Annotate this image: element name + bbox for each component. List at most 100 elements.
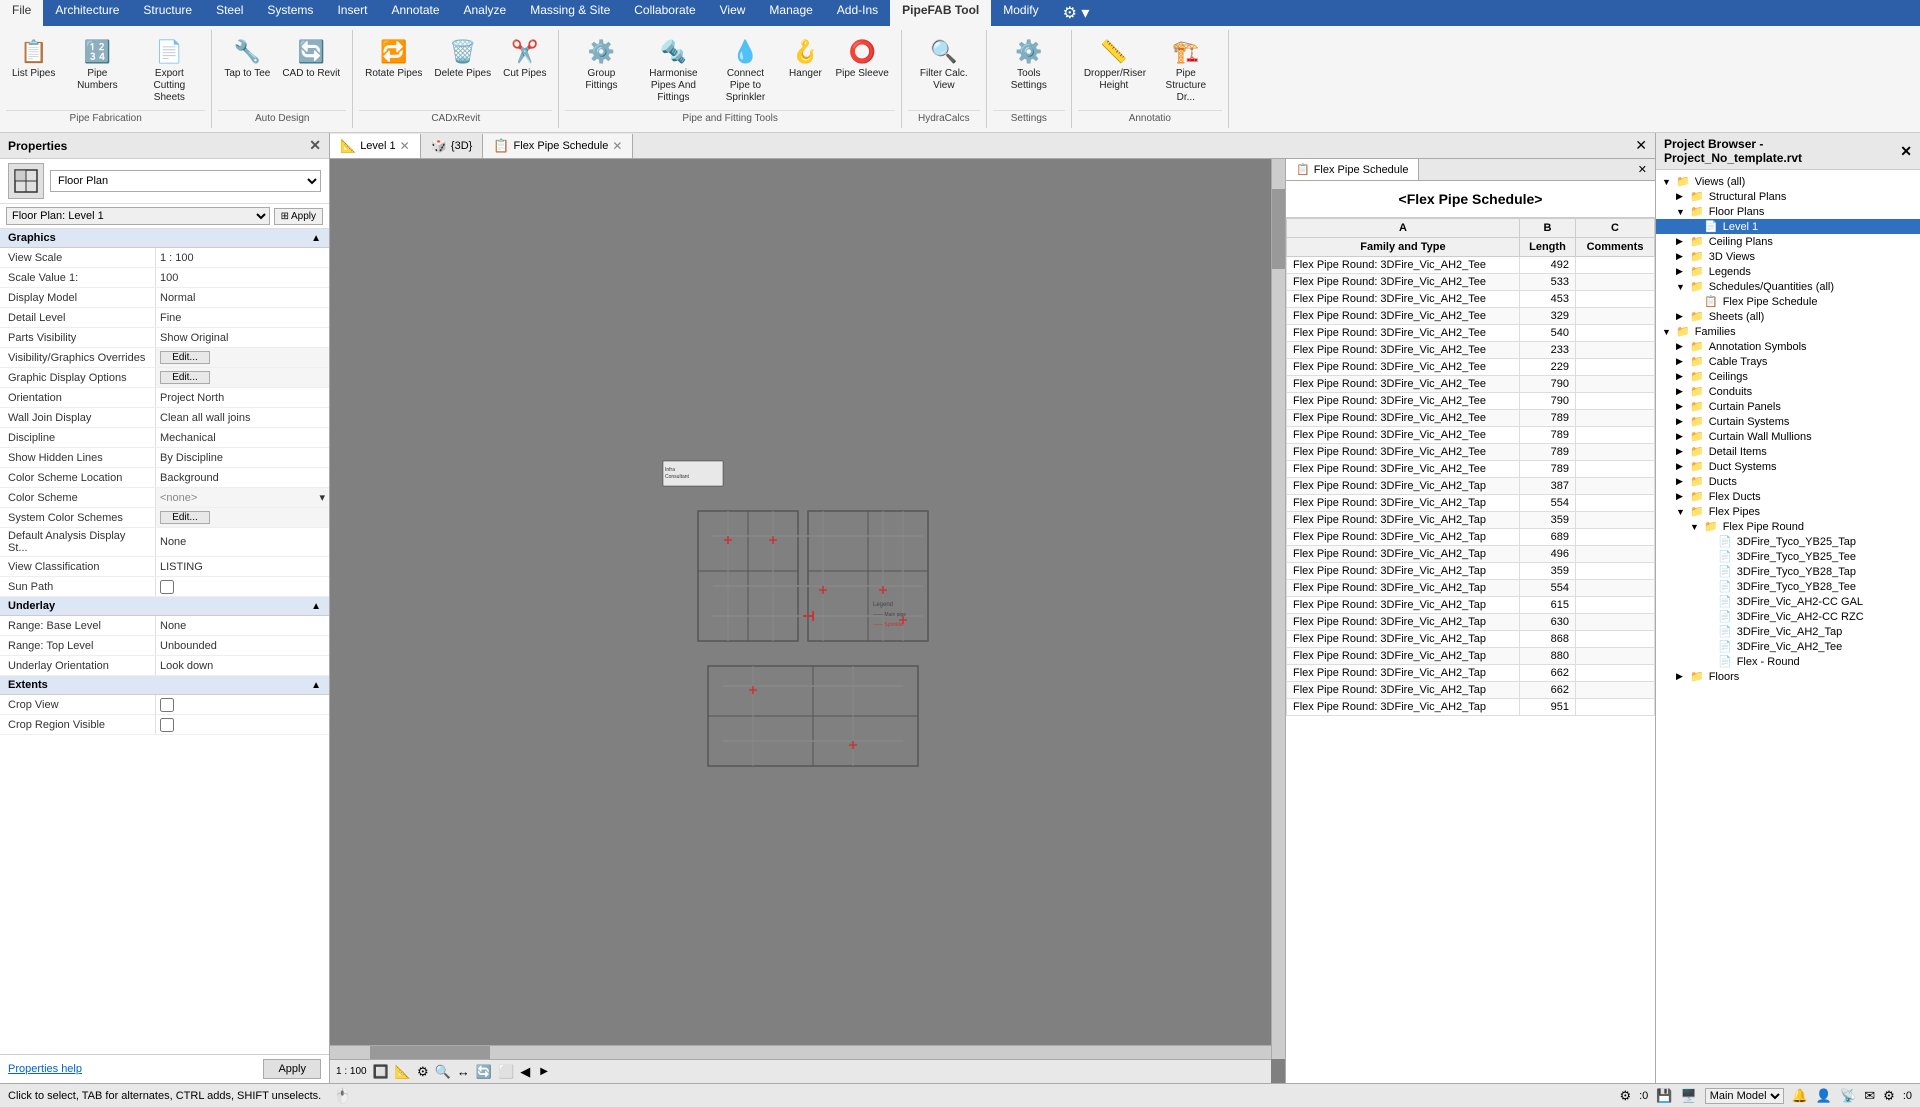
tab-addins[interactable]: Add-Ins (825, 0, 890, 26)
view-nav-forward[interactable]: ▶ (540, 1066, 548, 1077)
view-bottom-icon7[interactable]: ⬜ (498, 1064, 514, 1080)
views-close-button[interactable]: ✕ (1627, 133, 1655, 158)
tab-manage[interactable]: Manage (757, 0, 824, 26)
browser-tree-item[interactable]: 📄 3DFire_Tyco_YB25_Tee (1656, 549, 1920, 564)
tools-settings-button[interactable]: ⚙️ Tools Settings (993, 32, 1065, 96)
tab-3d[interactable]: 🎲 {3D} (421, 134, 484, 158)
system-color-edit[interactable]: Edit... (160, 511, 210, 524)
status-icon1[interactable]: 🖱️ (333, 1087, 352, 1105)
tab-steel[interactable]: Steel (204, 0, 255, 26)
tab-view[interactable]: View (708, 0, 758, 26)
panel-section-extents[interactable]: Extents ▲ (0, 676, 329, 695)
browser-tree-item[interactable]: ▶ 📁 Flex Ducts (1656, 489, 1920, 504)
browser-tree-item[interactable]: ▶ 📁 Structural Plans (1656, 189, 1920, 204)
dropper-riser-button[interactable]: 📏 Dropper/Riser Height (1078, 32, 1150, 96)
view-bottom-icon6[interactable]: 🔄 (476, 1064, 492, 1080)
browser-tree-item[interactable]: ▶ 📁 Floors (1656, 669, 1920, 684)
schedule-content[interactable]: <Flex Pipe Schedule> A B C Family and Ty… (1286, 181, 1655, 1083)
status-icon6[interactable]: 👤 (1816, 1088, 1832, 1104)
visibility-graphics-btn[interactable]: Edit... (155, 348, 329, 367)
extents-collapse-icon[interactable]: ▲ (311, 680, 321, 691)
browser-tree-item[interactable]: 📄 Flex - Round (1656, 654, 1920, 669)
color-scheme-value[interactable]: <none> ▾ (155, 488, 329, 507)
tab-architecture[interactable]: Architecture (43, 0, 131, 26)
browser-tree-item[interactable]: ▼ 📁 Floor Plans (1656, 204, 1920, 219)
crop-region-visible-value[interactable] (155, 715, 329, 734)
status-icon4[interactable]: 🖥️ (1681, 1088, 1697, 1104)
pipe-structure-button[interactable]: 🏗️ Pipe Structure Dr... (1150, 32, 1222, 108)
browser-tree-item[interactable]: ▶ 📁 Ceiling Plans (1656, 234, 1920, 249)
tab-collaborate[interactable]: Collaborate (622, 0, 707, 26)
status-model-dropdown[interactable]: Main Model (1705, 1088, 1784, 1104)
sun-path-checkbox[interactable] (160, 580, 174, 594)
status-icon8[interactable]: ✉ (1864, 1088, 1875, 1104)
graphic-display-btn[interactable]: Edit... (155, 368, 329, 387)
browser-tree-item[interactable]: ▼ 📁 Families (1656, 324, 1920, 339)
properties-help-link[interactable]: Properties help (8, 1063, 82, 1075)
panel-section-graphics[interactable]: Graphics ▲ (0, 229, 329, 248)
browser-tree-item[interactable]: ▼ 📁 Flex Pipes (1656, 504, 1920, 519)
view-name-dropdown[interactable]: Floor Plan: Level 1 (6, 207, 270, 225)
browser-tree-item[interactable]: ▶ 📁 Curtain Systems (1656, 414, 1920, 429)
graphic-display-edit[interactable]: Edit... (160, 371, 210, 384)
filter-calc-button[interactable]: 🔍 Filter Calc. View (908, 32, 980, 96)
sun-path-value[interactable] (155, 577, 329, 596)
schedule-panel-close[interactable]: ✕ (1634, 159, 1651, 180)
hanger-button[interactable]: 🪝 Hanger (781, 32, 829, 84)
browser-tree-item[interactable]: ▶ 📁 Detail Items (1656, 444, 1920, 459)
tab-level1[interactable]: 📐 Level 1 ✕ (330, 134, 421, 158)
pipe-sleeve-button[interactable]: ⭕ Pipe Sleeve (829, 32, 894, 84)
browser-tree-item[interactable]: 📄 3DFire_Vic_AH2-CC RZC (1656, 609, 1920, 624)
browser-tree-item[interactable]: ▼ 📁 Schedules/Quantities (all) (1656, 279, 1920, 294)
horizontal-scroll-thumb[interactable] (370, 1046, 490, 1059)
browser-tree-item[interactable]: 📄 3DFire_Vic_AH2-CC GAL (1656, 594, 1920, 609)
harmonise-pipes-button[interactable]: 🔩 Harmonise Pipes And Fittings (637, 32, 709, 108)
tab-flex-schedule[interactable]: 📋 Flex Pipe Schedule ✕ (483, 134, 633, 158)
cut-pipes-button[interactable]: ✂️ Cut Pipes (497, 32, 552, 84)
tab-pipefab[interactable]: PipeFAB Tool (890, 0, 991, 26)
panel-section-underlay[interactable]: Underlay ▲ (0, 597, 329, 616)
browser-close-button[interactable]: ✕ (1900, 143, 1912, 160)
browser-tree-item[interactable]: ▶ 📁 Cable Trays (1656, 354, 1920, 369)
vertical-scrollbar[interactable] (1271, 159, 1285, 1059)
vertical-scroll-thumb[interactable] (1272, 189, 1285, 269)
browser-tree-item[interactable]: ▶ 📁 Ceilings (1656, 369, 1920, 384)
browser-tree-item[interactable]: ▶ 📁 Curtain Panels (1656, 399, 1920, 414)
properties-close-button[interactable]: ✕ (309, 137, 321, 154)
cad-to-revit-button[interactable]: 🔄 CAD to Revit (276, 32, 346, 84)
tab-systems[interactable]: Systems (255, 0, 325, 26)
status-icon3[interactable]: 💾 (1656, 1088, 1672, 1104)
horizontal-scrollbar[interactable] (330, 1045, 1271, 1059)
status-icon7[interactable]: 📡 (1840, 1088, 1856, 1104)
browser-tree-item[interactable]: 📋 Flex Pipe Schedule (1656, 294, 1920, 309)
status-icon9[interactable]: ⚙ (1883, 1088, 1895, 1104)
status-icon2[interactable]: ⚙ (1619, 1088, 1631, 1104)
connect-pipe-button[interactable]: 💧 Connect Pipe to Sprinkler (709, 32, 781, 108)
color-scheme-dropdown-arrow[interactable]: ▾ (319, 491, 325, 504)
tab-analyze[interactable]: Analyze (452, 0, 519, 26)
list-pipes-button[interactable]: 📋 List Pipes (6, 32, 61, 84)
browser-tree-item[interactable]: 📄 3DFire_Tyco_YB28_Tap (1656, 564, 1920, 579)
flex-schedule-tab-close[interactable]: ✕ (612, 139, 622, 153)
level1-tab-close[interactable]: ✕ (400, 139, 410, 153)
browser-tree-item[interactable]: ▶ 📁 Ducts (1656, 474, 1920, 489)
browser-tree-item[interactable]: 📄 Level 1 (1656, 219, 1920, 234)
rotate-pipes-button[interactable]: 🔁 Rotate Pipes (359, 32, 428, 84)
underlay-collapse-icon[interactable]: ▲ (311, 601, 321, 612)
tab-annotate[interactable]: Annotate (379, 0, 451, 26)
browser-tree-item[interactable]: ▶ 📁 Conduits (1656, 384, 1920, 399)
apply-button[interactable]: Apply (263, 1059, 321, 1079)
pipe-numbers-button[interactable]: 🔢 Pipe Numbers (61, 32, 133, 96)
floor-plan-type-dropdown[interactable]: Floor Plan (50, 170, 321, 192)
view-bottom-icon3[interactable]: ⚙ (417, 1064, 429, 1080)
delete-pipes-button[interactable]: 🗑️ Delete Pipes (428, 32, 497, 84)
crop-view-value[interactable] (155, 695, 329, 714)
browser-tree-item[interactable]: 📄 3DFire_Tyco_YB28_Tee (1656, 579, 1920, 594)
group-fittings-button[interactable]: ⚙️ Group Fittings (565, 32, 637, 96)
tab-modify[interactable]: Modify (991, 0, 1050, 26)
crop-region-visible-checkbox[interactable] (160, 718, 174, 732)
browser-tree-item[interactable]: ▼ 📁 Views (all) (1656, 174, 1920, 189)
browser-tree-item[interactable]: 📄 3DFire_Vic_AH2_Tap (1656, 624, 1920, 639)
view-bottom-icon5[interactable]: ↔ (457, 1064, 470, 1079)
view-bottom-icon2[interactable]: 📐 (395, 1064, 411, 1080)
